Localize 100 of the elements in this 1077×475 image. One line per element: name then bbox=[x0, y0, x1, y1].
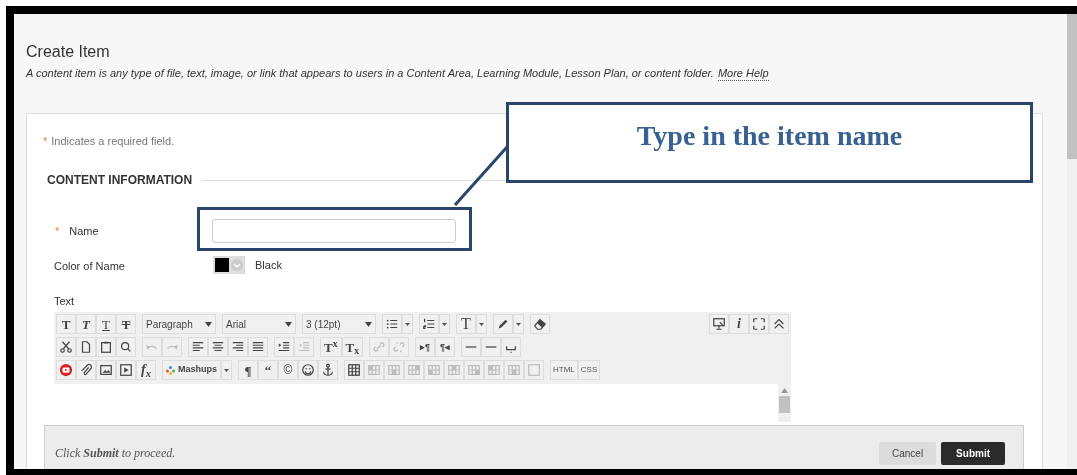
format-button[interactable]: T bbox=[96, 314, 116, 334]
toolbar-button[interactable] bbox=[344, 360, 364, 380]
toolbar-button[interactable] bbox=[769, 314, 789, 334]
align-left-icon bbox=[191, 340, 205, 354]
required-mark: * bbox=[55, 223, 60, 239]
dropdown-toggle[interactable] bbox=[402, 314, 413, 334]
smiley-icon bbox=[301, 363, 315, 377]
format-button[interactable]: T bbox=[76, 314, 96, 334]
more-help-link[interactable]: More Help bbox=[717, 66, 769, 81]
format-button[interactable]: T$^{x}$ bbox=[320, 337, 342, 357]
toolbar-button[interactable] bbox=[116, 337, 136, 357]
toolbar-button[interactable] bbox=[76, 360, 96, 380]
format-button[interactable]: i bbox=[729, 314, 749, 334]
play-button-icon bbox=[59, 363, 73, 377]
format-button[interactable]: T$_{x}$ bbox=[341, 337, 364, 357]
toolbar-button[interactable] bbox=[208, 337, 228, 357]
toolbar-button[interactable] bbox=[96, 337, 116, 357]
format-button[interactable]: ▸¶ bbox=[415, 337, 436, 357]
toolbar-button[interactable] bbox=[382, 314, 402, 334]
toolbar-button[interactable] bbox=[248, 337, 268, 357]
format-button[interactable]: T bbox=[56, 314, 76, 334]
scrollbar-thumb[interactable] bbox=[1067, 14, 1077, 159]
monitor-icon bbox=[712, 317, 726, 331]
scrollbar[interactable] bbox=[778, 384, 791, 422]
table-insert-icon bbox=[487, 363, 501, 377]
toolbar-button[interactable] bbox=[318, 360, 338, 380]
caret-icon bbox=[205, 321, 212, 327]
pencil-icon bbox=[496, 317, 510, 331]
video-icon bbox=[119, 363, 133, 377]
toolbar-button[interactable] bbox=[501, 337, 522, 357]
caret-icon bbox=[516, 322, 521, 326]
align-right-icon bbox=[231, 340, 245, 354]
table-row-icon bbox=[367, 363, 381, 377]
double-chevron-up-icon bbox=[772, 317, 786, 331]
format-button[interactable]: f$_{x}$ bbox=[136, 360, 156, 380]
format-button[interactable]: T bbox=[456, 314, 476, 334]
table-split-icon bbox=[447, 363, 461, 377]
field-label: Name bbox=[69, 223, 99, 239]
toolbar-dropdown[interactable]: Arial bbox=[222, 314, 296, 334]
table-delete-icon bbox=[507, 363, 521, 377]
toolbar-button[interactable] bbox=[96, 360, 116, 380]
indent-icon bbox=[277, 340, 291, 354]
clipboard-icon bbox=[99, 340, 113, 354]
source-button[interactable]: CSS bbox=[577, 360, 601, 380]
scrollbar[interactable] bbox=[1067, 14, 1077, 469]
caret-icon bbox=[479, 322, 484, 326]
toolbar-button[interactable] bbox=[274, 337, 294, 357]
toolbar-dropdown[interactable]: Paragraph bbox=[142, 314, 216, 334]
search-icon bbox=[119, 340, 133, 354]
scroll-up-icon[interactable] bbox=[781, 388, 788, 393]
toolbar-button[interactable] bbox=[298, 360, 318, 380]
link-icon bbox=[372, 340, 387, 354]
dropdown-toggle[interactable] bbox=[476, 314, 487, 334]
color-value: Black bbox=[255, 257, 282, 273]
name-input-field[interactable] bbox=[212, 219, 456, 243]
toolbar-dropdown[interactable]: 3 (12pt) bbox=[302, 314, 376, 334]
format-button[interactable]: T bbox=[116, 314, 136, 334]
toolbar-button[interactable] bbox=[56, 360, 76, 380]
caret-icon bbox=[442, 322, 447, 326]
required-mark: * bbox=[43, 134, 48, 148]
cancel-button[interactable]: Cancel bbox=[878, 441, 937, 465]
eraser-icon bbox=[533, 317, 547, 331]
toolbar-button[interactable] bbox=[56, 337, 76, 357]
table-cell-icon bbox=[387, 363, 401, 377]
toolbar-dropdown[interactable]: Mashups bbox=[162, 360, 221, 380]
scrollbar-thumb[interactable] bbox=[779, 396, 790, 413]
toolbar-button[interactable] bbox=[749, 314, 769, 334]
table-grid-icon bbox=[467, 363, 481, 377]
toolbar-button[interactable] bbox=[493, 314, 513, 334]
color-picker[interactable] bbox=[213, 256, 245, 274]
page-description: A content item is any type of file, text, image, or link that appears to users in a Content Area, Learning Module, Lesson Plan, or content folder. bbox=[26, 66, 714, 81]
frame-icon bbox=[527, 363, 541, 377]
submit-button[interactable]: Submit bbox=[941, 441, 1005, 465]
chevron-down-icon bbox=[231, 259, 243, 271]
unlink-icon bbox=[392, 340, 407, 354]
format-button[interactable]: “ bbox=[258, 360, 278, 380]
table-column-icon bbox=[427, 363, 441, 377]
dropdown-toggle[interactable] bbox=[513, 314, 524, 334]
toolbar-button[interactable] bbox=[188, 337, 208, 357]
dropdown-toggle[interactable] bbox=[439, 314, 450, 334]
toolbar-button[interactable] bbox=[228, 337, 248, 357]
source-button[interactable]: HTML bbox=[550, 360, 578, 380]
field-label: Color of Name bbox=[54, 260, 125, 272]
dropdown-toggle[interactable] bbox=[221, 360, 232, 380]
format-button[interactable]: ¶◂ bbox=[435, 337, 456, 357]
toolbar-button[interactable] bbox=[709, 314, 729, 334]
toolbar-button[interactable] bbox=[530, 314, 550, 334]
toolbar-button[interactable] bbox=[116, 360, 136, 380]
image-icon bbox=[99, 363, 113, 377]
toolbar-button[interactable] bbox=[76, 337, 96, 357]
format-button[interactable]: ¶ bbox=[238, 360, 258, 380]
anchor-icon bbox=[321, 363, 335, 377]
caret-icon bbox=[285, 321, 292, 327]
toolbar-button[interactable] bbox=[419, 314, 439, 334]
mashups-icon bbox=[166, 365, 175, 375]
align-center-icon bbox=[211, 340, 225, 354]
format-button[interactable]: © bbox=[278, 360, 298, 380]
caret-icon bbox=[224, 368, 229, 372]
caret-icon bbox=[405, 322, 410, 326]
bullet-list-icon bbox=[385, 317, 399, 331]
